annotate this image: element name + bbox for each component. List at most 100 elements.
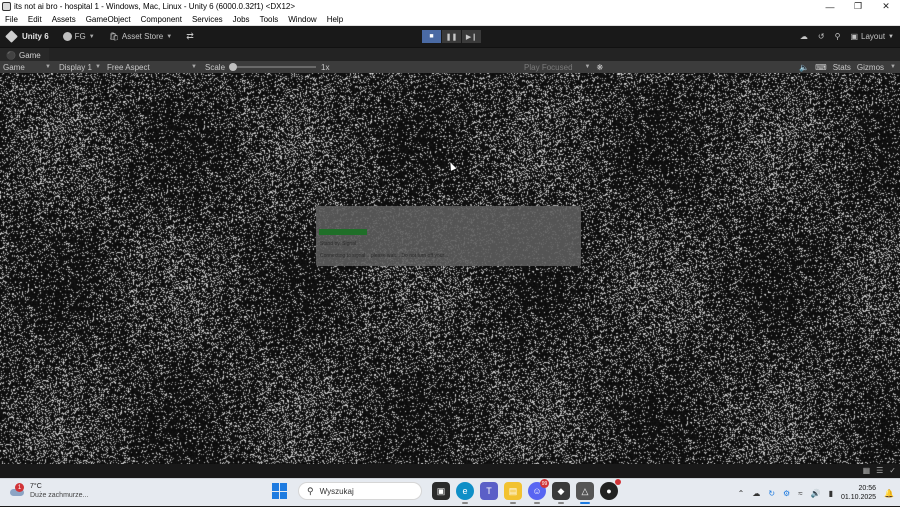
menu-services[interactable]: Services <box>187 15 228 24</box>
sync-icon[interactable]: ↻ <box>768 489 775 498</box>
task-view-icon[interactable]: ▣ <box>432 482 450 500</box>
scale-value: 1x <box>321 62 330 72</box>
game-dialog-panel: Stand by. Signal Connecting to signal...… <box>316 206 581 266</box>
chevron-down-icon: ▼ <box>45 64 51 70</box>
window-title: its not ai bro - hospital 1 - Windows, M… <box>14 2 296 11</box>
checkmark-icon[interactable]: ✓ <box>889 466 896 475</box>
search-icon: ⚲ <box>307 485 314 496</box>
keyboard-icon[interactable]: ⌨ <box>815 63 827 72</box>
gamepad-icon: ⚫ <box>6 50 16 60</box>
toolbar-right: ☁ ↺ ⚲ ▣ Layout ▼ <box>800 26 894 47</box>
game-viewport[interactable]: Stand by. Signal Connecting to signal...… <box>0 73 900 464</box>
tab-game[interactable]: ⚫ Game <box>0 48 49 62</box>
aspect-dropdown[interactable]: Free Aspect ▼ <box>104 61 200 73</box>
weather-alert-badge: 1 <box>15 483 24 492</box>
menu-edit[interactable]: Edit <box>23 15 47 24</box>
shopping-bag-icon: 🛍 <box>108 32 119 41</box>
bug-icon[interactable]: ❋ <box>596 63 603 72</box>
teams-icon[interactable]: T <box>480 482 498 500</box>
pause-button[interactable]: ❚❚ <box>442 30 461 43</box>
recording-app-icon[interactable]: ● <box>600 479 621 500</box>
chevron-up-icon[interactable]: ⌃ <box>738 489 745 498</box>
aspect-label: Free Aspect <box>107 62 150 72</box>
scale-label: Scale <box>205 62 226 72</box>
tab-game-label: Game <box>18 50 41 60</box>
gizmos-button[interactable]: Gizmos <box>857 63 884 72</box>
menu-assets[interactable]: Assets <box>47 15 81 24</box>
notification-bell-icon[interactable]: 🔔 <box>884 489 894 498</box>
step-button[interactable]: ▶❙ <box>462 30 481 43</box>
stats-button[interactable]: Stats <box>833 63 851 72</box>
discord-notification-badge: 99 <box>540 479 549 488</box>
menu-file[interactable]: File <box>0 15 23 24</box>
dialog-line-1: Stand by. Signal <box>320 241 357 247</box>
wifi-icon[interactable]: ≈ <box>798 489 802 498</box>
play-focused-dropdown[interactable]: Play Focused ▼ <box>524 63 590 72</box>
menu-component[interactable]: Component <box>136 15 187 24</box>
account-avatar-icon <box>62 32 72 41</box>
dialog-line-2: Connecting to signal... please wait... D… <box>320 253 449 259</box>
tab-row: ⚫ Game <box>0 47 900 62</box>
layout-dropdown[interactable]: ▣ Layout ▼ <box>850 32 894 41</box>
scale-slider-handle[interactable] <box>229 63 238 71</box>
unity-hub-icon[interactable]: ◆ <box>552 482 570 504</box>
volume-icon[interactable]: 🔊 <box>811 489 821 498</box>
menu-window[interactable]: Window <box>283 15 321 24</box>
game-mode-dropdown[interactable]: Game ▼ <box>0 61 54 73</box>
chevron-down-icon: ▼ <box>166 33 173 40</box>
game-mode-label: Game <box>3 62 25 72</box>
close-icon[interactable]: ✕ <box>872 0 900 13</box>
mute-audio-icon[interactable]: 🔈 <box>799 63 809 72</box>
stop-button[interactable]: ■ <box>422 30 441 43</box>
edge-browser-icon[interactable]: e <box>456 482 474 504</box>
taskbar-clock[interactable]: 20:56 01.10.2025 <box>841 484 876 502</box>
windows-taskbar: 1 7°C Duże zachmurze... ⚲ Wyszukaj ▣ e T… <box>0 478 900 506</box>
asset-store-label: Asset Store <box>121 32 164 41</box>
asset-store-dropdown[interactable]: 🛍 Asset Store ▼ <box>102 26 179 47</box>
windows-start-icon[interactable] <box>272 483 288 499</box>
stop-icon: ■ <box>429 33 434 40</box>
account-dropdown[interactable]: FG ▼ <box>56 26 102 47</box>
chevron-down-icon[interactable]: ▼ <box>890 64 896 70</box>
weather-cloud-icon: 1 <box>10 483 25 498</box>
version-control-button[interactable]: ⇄ <box>179 26 201 47</box>
system-tray: ⌃ ☁ ↻ ⚙ ≈ 🔊 ▮ 20:56 01.10.2025 🔔 <box>738 479 894 507</box>
menu-tools[interactable]: Tools <box>255 15 284 24</box>
battery-icon[interactable]: ▮ <box>829 489 833 498</box>
chevron-down-icon: ▼ <box>888 33 894 40</box>
language-icon[interactable]: ⚙ <box>783 489 790 498</box>
menu-help[interactable]: Help <box>322 15 348 24</box>
window-controls: — ❐ ✕ <box>816 0 900 13</box>
status-bar: ▦ ☰ ✓ <box>0 464 900 478</box>
layout-icon: ▣ <box>850 32 859 41</box>
static-noise-render <box>0 73 900 464</box>
weather-widget[interactable]: 1 7°C Duże zachmurze... <box>10 482 88 500</box>
menu-jobs[interactable]: Jobs <box>228 15 255 24</box>
window-titlebar: its not ai bro - hospital 1 - Windows, M… <box>0 0 900 13</box>
search-icon[interactable]: ⚲ <box>835 32 841 41</box>
minimize-icon[interactable]: — <box>816 0 844 13</box>
menu-bar: File Edit Assets GameObject Component Se… <box>0 13 900 26</box>
play-focused-label: Play Focused <box>524 62 573 72</box>
onedrive-icon[interactable]: ☁ <box>752 489 760 498</box>
unity-label: Unity 6 <box>22 32 49 41</box>
loading-progress-bar <box>319 229 367 235</box>
taskbar-search-box[interactable]: ⚲ Wyszukaj <box>298 482 422 500</box>
network-icon[interactable]: ▦ <box>863 466 871 475</box>
unity-button[interactable]: Unity 6 <box>0 26 56 47</box>
status-icons: ▦ ☰ ✓ <box>863 466 896 475</box>
file-explorer-icon[interactable]: ▤ <box>504 482 522 504</box>
search-placeholder: Wyszukaj <box>319 486 354 496</box>
restore-icon[interactable]: ❐ <box>844 0 872 13</box>
unity-editor-icon[interactable]: △ <box>576 482 594 504</box>
cloud-icon[interactable]: ☁ <box>800 32 808 41</box>
weather-description: Duże zachmurze... <box>30 492 89 499</box>
branch-icon: ⇄ <box>186 31 194 41</box>
history-icon[interactable]: ↺ <box>818 32 825 41</box>
layers-icon[interactable]: ☰ <box>876 466 883 475</box>
menu-gameobject[interactable]: GameObject <box>81 15 136 24</box>
discord-icon[interactable]: ☺ 99 <box>528 479 549 504</box>
chevron-down-icon: ▼ <box>88 33 95 40</box>
display-dropdown[interactable]: Display 1 ▼ <box>56 61 104 73</box>
scale-slider[interactable] <box>229 63 317 71</box>
